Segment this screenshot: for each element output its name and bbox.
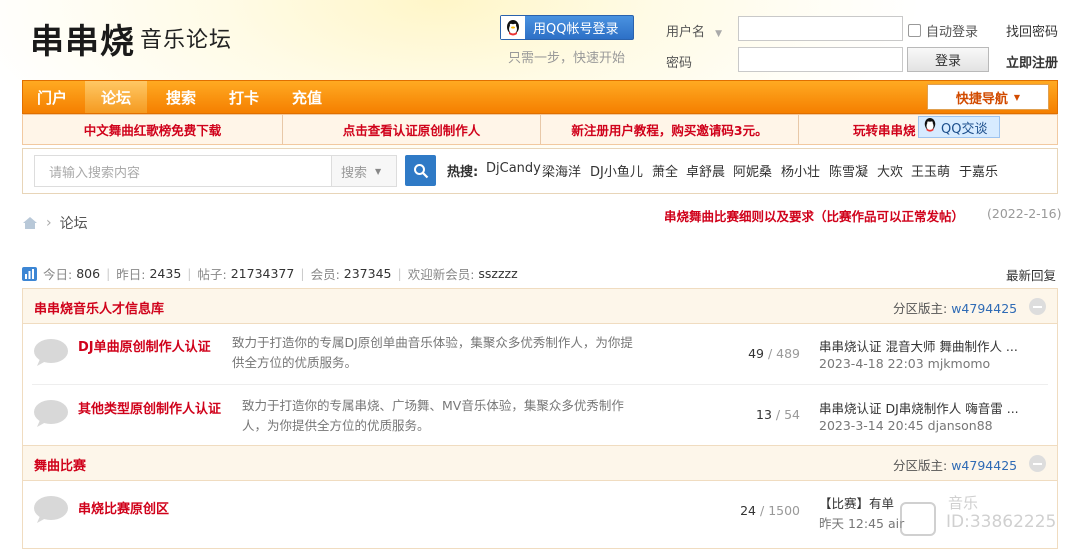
section-header: 舞曲比赛 分区版主: w4794425: [22, 445, 1058, 481]
last-post-meta[interactable]: 2023-4-18 22:03 mjkmomo: [819, 356, 990, 371]
qq-penguin-icon: [923, 117, 937, 137]
section-moderator: 分区版主: w4794425: [893, 301, 1018, 316]
logo-sub: 音乐论坛: [140, 28, 233, 53]
forum-name[interactable]: 其他类型原创制作人认证: [78, 398, 221, 417]
watermark-logo-icon: [900, 502, 936, 536]
hot-search-item[interactable]: DjCandy: [486, 161, 541, 176]
forum-stats: 今日: 806 | 昨日: 2435 | 帖子: 21734377 | 会员: …: [22, 264, 518, 283]
latest-reply-link[interactable]: 最新回复: [1006, 265, 1056, 284]
moderator-link[interactable]: w4794425: [951, 301, 1017, 316]
last-post-meta[interactable]: 昨天 12:45 air: [819, 513, 904, 532]
search-input[interactable]: 请输入搜索内容: [34, 155, 332, 187]
speech-bubble-icon: [34, 339, 68, 366]
qq-penguin-icon: [501, 16, 525, 39]
hot-search-label: 热搜:: [447, 165, 479, 180]
collapse-icon[interactable]: [1029, 298, 1046, 315]
moderator-link[interactable]: w4794425: [951, 458, 1017, 473]
chart-icon: [22, 266, 37, 281]
forum-counts: 49 / 489: [748, 346, 800, 361]
breadcrumb-separator: ›: [46, 215, 52, 231]
auto-login-checkbox[interactable]: [908, 24, 921, 37]
forum-name[interactable]: 串烧比赛原创区: [78, 498, 169, 517]
stats-members-label: 会员:: [310, 267, 340, 282]
login-button[interactable]: 登录: [907, 47, 989, 72]
hot-search-item[interactable]: 杨小壮: [781, 161, 820, 180]
forum-counts: 13 / 54: [756, 407, 800, 422]
stats-welcome-label: 欢迎新会员:: [407, 267, 475, 282]
stats-yesterday: 2435: [149, 266, 182, 281]
new-member-link[interactable]: sszzzz: [478, 266, 517, 281]
breadcrumb-current[interactable]: 论坛: [60, 213, 88, 233]
password-input[interactable]: [738, 47, 903, 72]
nav-item-recharge[interactable]: 充值: [277, 81, 337, 113]
stats-posts: 21734377: [230, 266, 295, 281]
hot-search-item[interactable]: 陈雪凝: [829, 161, 868, 180]
quick-nav-button[interactable]: 快捷导航 ▼: [927, 84, 1049, 110]
hot-search-item[interactable]: 大欢: [877, 161, 903, 180]
collapse-icon[interactable]: [1029, 455, 1046, 472]
speech-bubble-icon: [34, 400, 68, 427]
forum-description: 致力于打造你的专属串烧、广场舞、MV音乐体验，集聚众多优秀制作人，为你提供全方位…: [242, 398, 624, 433]
section-header: 串串烧音乐人才信息库 分区版主: w4794425: [22, 288, 1058, 324]
qq-login-label: 用QQ帐号登录: [533, 22, 619, 37]
qq-hint: 只需一步，快速开始: [508, 51, 626, 66]
forum-name[interactable]: DJ单曲原创制作人认证: [78, 336, 211, 355]
promo-bar: 中文舞曲红歌榜免费下载 点击查看认证原创制作人 新注册用户教程，购买邀请码3元。…: [22, 114, 1058, 145]
password-label: 密码: [666, 56, 693, 71]
promo-link[interactable]: 新注册用户教程，购买邀请码3元。: [541, 115, 799, 144]
username-input[interactable]: [738, 16, 903, 41]
hot-search-item[interactable]: 萧全: [652, 161, 678, 180]
chevron-down-icon: ▼: [1013, 92, 1021, 102]
username-label: 用户名 ▼: [666, 25, 723, 40]
forum-counts: 24 / 1500: [740, 503, 800, 518]
last-post-title[interactable]: 串串烧认证 DJ串烧制作人 嗨音雷 ...: [819, 398, 1049, 417]
notice-link[interactable]: 串烧舞曲比赛细则以及要求（比赛作品可以正常发帖）: [664, 206, 964, 225]
chevron-down-icon: ▼: [715, 29, 723, 39]
main-nav: 门户 论坛 搜索 打卡 充值: [22, 80, 1058, 114]
stats-members: 237345: [343, 266, 392, 281]
hot-search-item[interactable]: 梁海洋: [542, 161, 581, 180]
watermark-brand: 音乐: [948, 494, 979, 512]
hot-search-item[interactable]: 王玉萌: [911, 161, 950, 180]
nav-item-checkin[interactable]: 打卡: [215, 81, 273, 113]
nav-item-search[interactable]: 搜索: [151, 81, 211, 113]
auto-login-label: 自动登录: [926, 25, 979, 40]
qq-login-button[interactable]: 用QQ帐号登录: [500, 15, 634, 40]
home-icon[interactable]: [22, 216, 38, 230]
last-post-title[interactable]: 串串烧认证 混音大师 舞曲制作人 ...: [819, 336, 1049, 355]
hot-search-item[interactable]: 阿妮桑: [733, 161, 772, 180]
forum-description: 致力于打造你的专属DJ原创单曲音乐体验，集聚众多优秀制作人，为你提供全方位的优质…: [232, 335, 633, 370]
forgot-password-link[interactable]: 找回密码: [1006, 21, 1058, 40]
stats-today: 806: [76, 266, 101, 281]
register-link[interactable]: 立即注册: [1006, 52, 1058, 71]
search-type-select[interactable]: 搜索 ▼: [332, 155, 397, 187]
nav-item-portal[interactable]: 门户: [23, 81, 81, 113]
nav-item-forum[interactable]: 论坛: [85, 81, 147, 113]
chevron-down-icon: ▼: [375, 166, 382, 176]
speech-bubble-icon: [34, 496, 68, 523]
logo-main[interactable]: 串串烧: [30, 14, 135, 63]
search-button[interactable]: [405, 155, 436, 186]
section-moderator: 分区版主: w4794425: [893, 458, 1018, 473]
qq-chat-button[interactable]: QQ交谈: [918, 116, 1000, 138]
watermark-id: ID:33862225: [946, 512, 1057, 532]
promo-link[interactable]: 中文舞曲红歌榜免费下载: [23, 115, 283, 144]
promo-link[interactable]: 点击查看认证原创制作人: [283, 115, 541, 144]
hot-search-item[interactable]: DJ小鱼儿: [590, 161, 643, 180]
hot-search-item[interactable]: 卓舒晨: [686, 161, 725, 180]
row-divider: [32, 384, 1048, 385]
section-title[interactable]: 串串烧音乐人才信息库: [34, 298, 164, 317]
search-icon: [413, 163, 428, 178]
watermark: 音乐 ID:33862225: [900, 494, 1075, 540]
breadcrumb: › 论坛: [22, 213, 88, 233]
stats-today-label: 今日:: [43, 267, 73, 282]
hot-search-item[interactable]: 于嘉乐: [959, 161, 998, 180]
section-title[interactable]: 舞曲比赛: [34, 455, 86, 474]
notice-date: (2022-2-16): [987, 206, 1062, 221]
stats-posts-label: 帖子:: [197, 267, 227, 282]
stats-yesterday-label: 昨日:: [116, 267, 146, 282]
last-post-meta[interactable]: 2023-3-14 20:45 djanson88: [819, 418, 993, 433]
